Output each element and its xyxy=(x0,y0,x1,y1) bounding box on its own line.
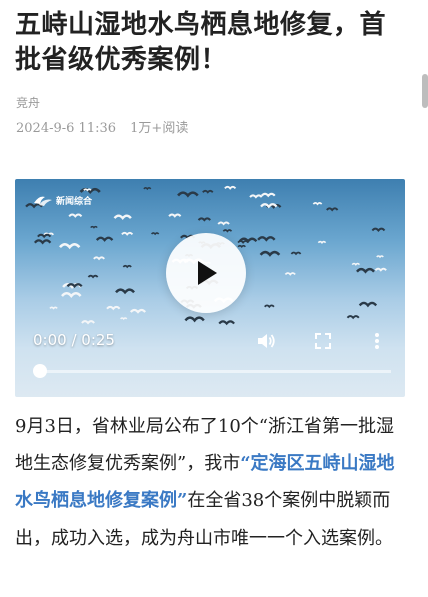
bird-shape xyxy=(371,227,386,233)
bird-shape xyxy=(217,221,230,226)
bird-shape xyxy=(33,239,52,245)
bird-shape xyxy=(317,240,327,244)
bird-shape xyxy=(122,264,132,269)
bird-shape xyxy=(168,213,182,218)
bird-shape xyxy=(224,185,237,190)
bird-shape xyxy=(143,187,152,191)
bird-shape xyxy=(284,272,296,276)
bird-shape xyxy=(68,213,83,218)
bird-shape xyxy=(376,255,384,259)
bird-shape xyxy=(257,236,276,242)
bird-shape xyxy=(106,305,121,311)
channel-logo-text: 新闻综合 xyxy=(56,196,93,207)
bird-shape xyxy=(115,288,135,295)
bird-shape xyxy=(121,231,134,236)
bird-shape xyxy=(150,232,160,236)
bird-shape xyxy=(37,233,52,239)
bird-shape xyxy=(129,308,147,314)
scrollbar[interactable] xyxy=(422,74,428,108)
progress-knob[interactable] xyxy=(33,364,47,378)
bird-shape xyxy=(326,207,339,212)
bird-shape xyxy=(93,256,105,261)
bird-shape xyxy=(264,304,275,309)
bird-shape xyxy=(358,301,378,308)
bird-shape xyxy=(259,250,281,257)
bird-shape xyxy=(177,191,199,198)
bird-shape xyxy=(218,320,235,326)
bird-shape xyxy=(90,225,98,229)
bird-shape xyxy=(113,214,132,221)
publish-date: 2024-9-6 11:36 xyxy=(16,121,117,136)
volume-icon[interactable] xyxy=(256,331,276,351)
play-icon xyxy=(198,261,217,285)
bird-shape xyxy=(237,244,246,249)
bird-shape xyxy=(197,217,211,222)
channel-logo: 新闻综合 xyxy=(33,193,92,207)
bird-shape xyxy=(81,320,95,325)
article-title: 五峙山湿地水鸟栖息地修复，首批省级优秀案例！ xyxy=(15,10,387,75)
play-button[interactable] xyxy=(166,233,246,313)
bird-shape xyxy=(249,194,263,199)
read-count: 1万+阅读 xyxy=(130,121,189,136)
bird-shape xyxy=(356,267,375,274)
bird-shape xyxy=(184,316,205,323)
channel-logo-icon xyxy=(34,196,52,206)
bird-shape xyxy=(290,251,302,256)
article-paragraph: 9月3日，省林业局公布了10个“浙江省第一批湿地生态修复优秀案例”，我市“定海区… xyxy=(15,408,410,557)
bird-shape xyxy=(120,317,128,321)
bird-shape xyxy=(83,188,92,192)
article-meta: 2024-9-6 11:36 1万+阅读 xyxy=(16,117,188,136)
fullscreen-icon[interactable] xyxy=(313,331,333,351)
progress-bar[interactable] xyxy=(39,370,391,373)
more-vertical-icon[interactable] xyxy=(367,331,387,351)
bird-shape xyxy=(260,192,276,198)
author-name[interactable]: 竞舟 xyxy=(16,94,40,111)
bird-shape xyxy=(346,315,360,320)
bird-shape xyxy=(61,292,82,299)
bird-shape xyxy=(312,202,323,206)
bird-shape xyxy=(222,229,233,233)
bird-shape xyxy=(49,306,58,310)
bird-shape xyxy=(87,274,99,279)
bird-shape xyxy=(202,189,214,194)
bird-shape xyxy=(351,262,361,266)
bird-shape xyxy=(58,242,81,250)
bird-shape xyxy=(374,267,387,272)
video-player[interactable]: 新闻综合 0:00 / 0:25 xyxy=(15,179,405,397)
time-display: 0:00 / 0:25 xyxy=(33,331,115,349)
bird-shape xyxy=(95,236,114,242)
